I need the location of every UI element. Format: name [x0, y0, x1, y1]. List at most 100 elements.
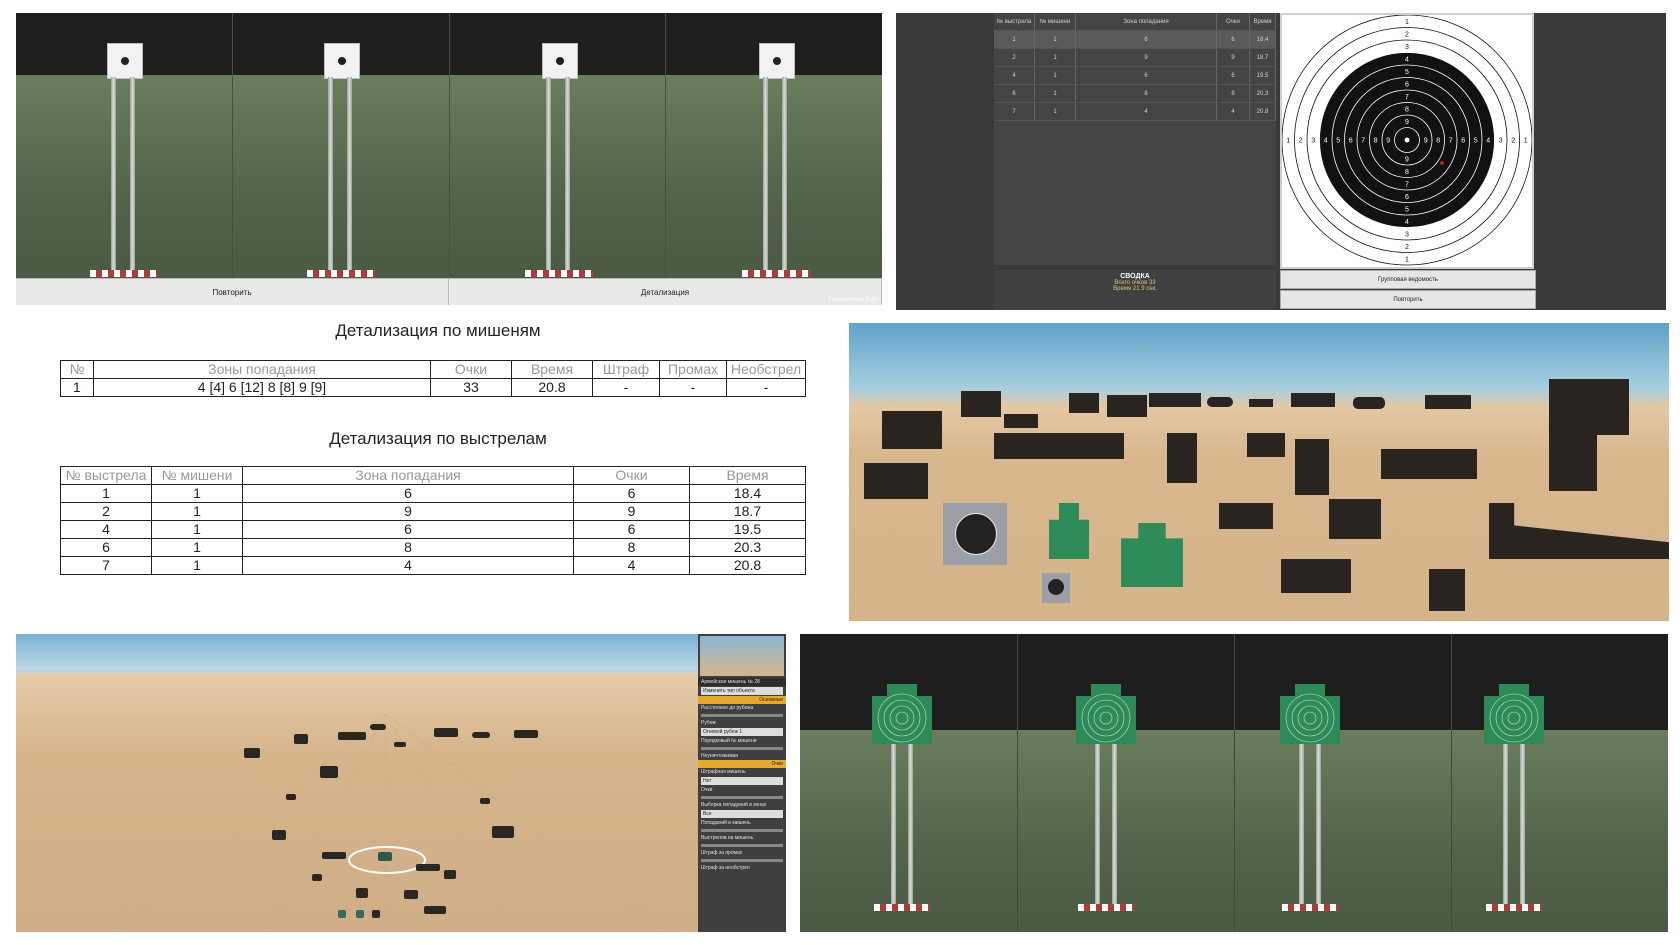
order-slider[interactable]: [701, 747, 783, 750]
summary-time: Время 21.9 сек.: [1113, 286, 1157, 292]
summary-title: СВОДКА: [1120, 273, 1150, 280]
silhouette-target: [1429, 569, 1465, 611]
group-sheet-button[interactable]: Групповая ведомость: [1280, 270, 1536, 289]
scene-object[interactable]: [320, 766, 338, 778]
ring-label: 8: [1436, 138, 1440, 145]
silhouette-target: [1167, 433, 1197, 483]
scene-object[interactable]: [416, 864, 440, 871]
shots-detail-table: № выстрела № мишени Зона попадания Очки …: [60, 466, 806, 575]
scene-object[interactable]: [338, 732, 366, 740]
details-button[interactable]: Детализация: [449, 279, 882, 305]
cell: 33: [430, 378, 512, 397]
scene-object[interactable]: [370, 724, 386, 730]
scene-object[interactable]: [394, 742, 406, 747]
cell: 6: [242, 484, 574, 503]
distance-slider[interactable]: [701, 714, 783, 717]
hits-zone-dropdown[interactable]: Все: [701, 810, 783, 818]
cell: 6: [1216, 66, 1250, 85]
cell: 4 [4] 6 [12] 8 [8] 9 [9]: [93, 378, 431, 397]
table-row: 1 1 6 6 18.4: [60, 484, 806, 503]
scene-object[interactable]: [372, 910, 380, 918]
ring-label: 8: [1405, 169, 1409, 176]
cell: 4: [1216, 102, 1250, 121]
scene-object[interactable]: [356, 888, 368, 898]
line-dropdown[interactable]: Огневой рубеж 1: [701, 728, 783, 736]
th-time: Время: [511, 360, 593, 379]
cell: 9: [573, 502, 690, 521]
silhouette-target: [1381, 449, 1477, 479]
points-slider[interactable]: [701, 796, 783, 799]
scene-object[interactable]: [322, 852, 346, 859]
cell: 20.3: [1249, 84, 1276, 103]
shots-target-slider[interactable]: [701, 844, 783, 847]
cell: 6: [994, 84, 1035, 103]
table-row[interactable]: 1 1 6 6 18.4: [994, 30, 1276, 49]
scene-object[interactable]: [480, 798, 490, 804]
scene-object[interactable]: [338, 910, 346, 918]
table-row[interactable]: 4 1 6 6 19.5: [994, 66, 1276, 85]
hits-zone-label: Выборка попаданий в зонах: [701, 802, 767, 808]
indestructible-toggle[interactable]: Неуничтожимая: [698, 752, 786, 760]
cell: 20.8: [689, 556, 806, 575]
silhouette-target: [864, 463, 928, 499]
scene-object[interactable]: [472, 732, 490, 738]
ring-label: 7: [1361, 138, 1365, 145]
cell: 9: [242, 502, 574, 521]
table-row[interactable]: 2 1 9 9 18.7: [994, 48, 1276, 67]
penalty-miss-slider[interactable]: [701, 859, 783, 862]
col-time: Время: [1249, 13, 1276, 31]
basic-section[interactable]: Основные: [698, 696, 786, 704]
cell: 1: [151, 538, 243, 557]
ring-label: 6: [1349, 138, 1353, 145]
scores-section[interactable]: Очки: [698, 760, 786, 768]
cell: 9: [1075, 48, 1217, 67]
scene-object[interactable]: [434, 728, 458, 737]
hit-mark: [1440, 161, 1444, 165]
cell: 1: [151, 484, 243, 503]
cell: 4: [573, 556, 690, 575]
targets-detail-table: № Зоны попадания Очки Время Штраф Промах…: [60, 360, 806, 397]
selected-object[interactable]: [378, 852, 392, 861]
scene-object[interactable]: [312, 874, 322, 881]
cell: 2: [994, 48, 1035, 67]
cell: 1: [60, 378, 94, 397]
change-type-button[interactable]: Изменить тип объекта: [701, 687, 783, 695]
bullseye-center: [1404, 137, 1410, 143]
cell: 1: [1034, 66, 1076, 85]
order-label: Порядковый № мишени: [701, 738, 757, 744]
ring-label: 9: [1405, 119, 1409, 126]
silhouette-target: [1425, 395, 1471, 409]
table-row[interactable]: 6 1 8 8 20.3: [994, 84, 1276, 103]
cell: 8: [573, 538, 690, 557]
table-row[interactable]: 7 1 4 4 20.8: [994, 102, 1276, 121]
scene-object[interactable]: [514, 730, 538, 738]
th-time: Время: [689, 466, 806, 485]
scene-object[interactable]: [404, 890, 418, 899]
bullseye-svg: 1 1 1 1 2 2 2 2 3 3 3 3 4 4 4 4 5 5 5 5 6 6 6 6 7 7 7 7 8 8 8 8 9 9 9 9: [1281, 14, 1533, 266]
scene-object[interactable]: [286, 794, 296, 800]
scene-object[interactable]: [492, 826, 514, 838]
minimap: [700, 636, 784, 676]
ring-label: 4: [1405, 219, 1409, 226]
scene-object[interactable]: [444, 870, 456, 879]
scene-object[interactable]: [272, 830, 286, 840]
penalty-target-dropdown[interactable]: Нет: [701, 777, 783, 785]
penalty-target-label: Штрафная мишень: [701, 769, 746, 775]
scene-object[interactable]: [424, 906, 446, 914]
hits-target-slider[interactable]: [701, 829, 783, 832]
cell: 1: [151, 520, 243, 539]
silhouette-target: [1295, 439, 1329, 495]
repeat-button[interactable]: Повторить: [16, 279, 449, 305]
scene-object[interactable]: [356, 910, 364, 918]
scene-object[interactable]: [294, 734, 308, 744]
ring-label: 1: [1405, 19, 1409, 26]
scene-object[interactable]: [244, 748, 260, 758]
penalty-noshoot-label: Штраф за необстрел: [701, 865, 750, 871]
th-no: №: [60, 360, 94, 379]
repeat-results-button[interactable]: Повторить: [1280, 290, 1536, 309]
silhouette-target: [1353, 397, 1385, 409]
cell: 6: [1075, 66, 1217, 85]
targets-detail-title: Детализация по мишеням: [335, 321, 541, 340]
ring-label: 9: [1405, 156, 1409, 163]
cell: 1: [1034, 48, 1076, 67]
